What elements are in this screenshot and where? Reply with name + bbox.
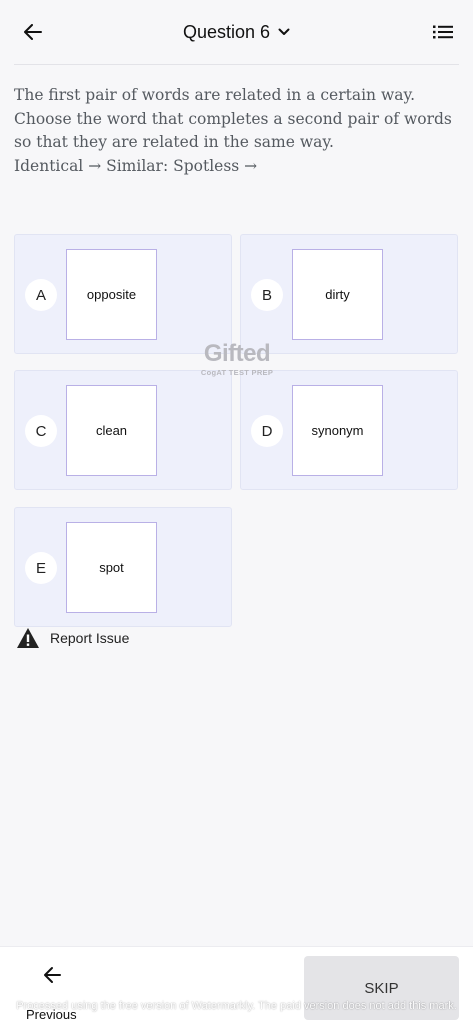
option-letter: E — [25, 552, 57, 584]
back-button[interactable] — [20, 20, 46, 44]
option-c[interactable]: C clean — [14, 370, 232, 490]
question-selector[interactable]: Question 6 — [150, 18, 323, 46]
previous-label: Previous — [26, 1007, 77, 1022]
header: Question 6 — [0, 0, 473, 64]
option-b[interactable]: B dirty — [240, 234, 458, 354]
option-letter: D — [251, 415, 283, 447]
option-e[interactable]: E spot — [14, 507, 232, 627]
option-card: dirty — [292, 249, 383, 340]
option-letter: A — [25, 279, 57, 311]
chevron-down-icon — [278, 28, 290, 35]
question-prompt: Identical → Similar: Spotless → — [14, 156, 258, 175]
option-letter: C — [25, 415, 57, 447]
warning-icon — [17, 628, 39, 648]
arrow-left-icon — [44, 967, 61, 983]
report-issue-label: Report Issue — [50, 630, 130, 646]
previous-button[interactable]: Previous — [18, 959, 90, 1022]
option-letter: B — [251, 279, 283, 311]
report-issue-button[interactable]: Report Issue — [16, 626, 129, 650]
option-card: spot — [66, 522, 157, 613]
list-icon — [433, 25, 453, 39]
skip-button[interactable]: SKIP — [304, 956, 459, 1020]
option-d[interactable]: D synonym — [240, 370, 458, 490]
question-list-button[interactable] — [430, 20, 456, 44]
question-instructions: The first pair of words are related in a… — [14, 86, 452, 151]
arrow-left-icon — [24, 24, 42, 40]
option-card: opposite — [66, 249, 157, 340]
option-card: clean — [66, 385, 157, 476]
page-title: Question 6 — [182, 21, 271, 42]
header-divider — [14, 64, 459, 65]
question-text: The first pair of words are related in a… — [14, 84, 460, 178]
option-card: synonym — [292, 385, 383, 476]
option-a[interactable]: A opposite — [14, 234, 232, 354]
bottom-navigation-bar: Previous SKIP — [0, 946, 473, 1024]
